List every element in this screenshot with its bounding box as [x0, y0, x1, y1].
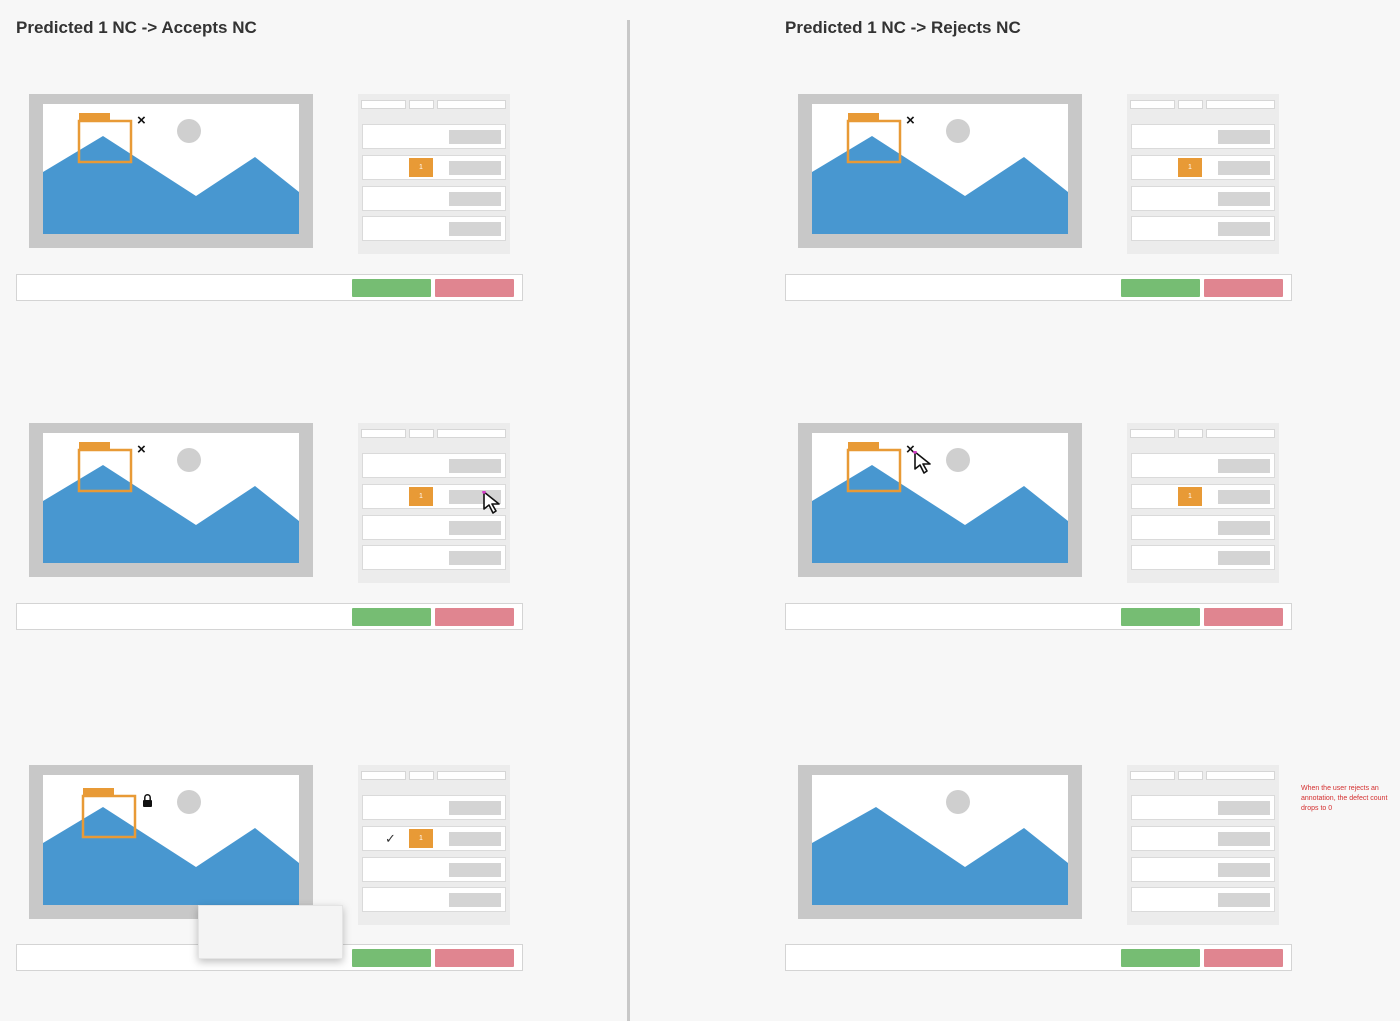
- close-icon[interactable]: ×: [137, 442, 146, 457]
- defect-list-panel: ✓ 1: [358, 765, 510, 925]
- reject-button[interactable]: [435, 949, 514, 967]
- list-item[interactable]: [362, 186, 506, 211]
- panel-header-cell: [1178, 429, 1203, 438]
- right-column-title: Predicted 1 NC -> Rejects NC: [785, 18, 1021, 37]
- mountain-shape: [43, 136, 299, 234]
- list-item[interactable]: [1131, 887, 1275, 912]
- image-preview: ×: [798, 423, 1082, 577]
- reject-button[interactable]: [435, 279, 514, 297]
- panel-header-cell: [1130, 100, 1175, 109]
- action-bar: [16, 274, 523, 301]
- accept-button[interactable]: [352, 608, 431, 626]
- list-item[interactable]: [1131, 795, 1275, 820]
- accept-button[interactable]: [1121, 608, 1200, 626]
- toast-notification: [198, 905, 343, 959]
- list-item[interactable]: [362, 515, 506, 540]
- list-item[interactable]: [1131, 453, 1275, 478]
- list-item[interactable]: [362, 545, 506, 570]
- sun-shape: [946, 119, 970, 143]
- mountain-shape: [812, 807, 1068, 905]
- image-preview: [798, 765, 1082, 919]
- defect-count-badge: 1: [409, 158, 433, 177]
- mountain-shape: [812, 465, 1068, 563]
- action-bar: [785, 274, 1292, 301]
- check-icon: ✓: [385, 831, 396, 846]
- reject-button[interactable]: [1204, 279, 1283, 297]
- mouse-cursor-icon: [482, 491, 500, 514]
- list-item[interactable]: [362, 216, 506, 241]
- defect-count-badge: 1: [409, 829, 433, 848]
- defect-list-panel: [1127, 765, 1279, 925]
- panel-header-cell: [361, 771, 406, 780]
- accept-button[interactable]: [352, 279, 431, 297]
- mountain-shape: [812, 136, 1068, 234]
- mountain-shape: [43, 807, 299, 905]
- list-item[interactable]: [362, 857, 506, 882]
- accept-button[interactable]: [352, 949, 431, 967]
- column-divider: [627, 20, 630, 1021]
- list-item[interactable]: [1131, 826, 1275, 851]
- reject-button[interactable]: [435, 608, 514, 626]
- list-item[interactable]: [1131, 515, 1275, 540]
- list-item[interactable]: [362, 124, 506, 149]
- sun-shape: [177, 119, 201, 143]
- accept-button[interactable]: [1121, 949, 1200, 967]
- sun-shape: [946, 790, 970, 814]
- lock-icon: [143, 794, 152, 807]
- list-item[interactable]: 1: [1131, 484, 1275, 509]
- sun-shape: [946, 448, 970, 472]
- image-preview: ×: [29, 94, 313, 248]
- reject-button[interactable]: [1204, 949, 1283, 967]
- left-column-title: Predicted 1 NC -> Accepts NC: [16, 18, 257, 37]
- defect-list-panel: 1: [1127, 423, 1279, 583]
- panel-header-cell: [1178, 100, 1203, 109]
- image-preview: [29, 765, 313, 919]
- close-icon[interactable]: ×: [137, 113, 146, 128]
- defect-count-badge: 1: [1178, 487, 1202, 506]
- list-item[interactable]: [362, 453, 506, 478]
- reject-button[interactable]: [1204, 608, 1283, 626]
- panel-header-cell: [409, 100, 434, 109]
- defect-list-panel: 1: [358, 94, 510, 254]
- panel-header-cell: [361, 100, 406, 109]
- panel-header-cell: [1206, 429, 1275, 438]
- panel-header-cell: [361, 429, 406, 438]
- list-item[interactable]: [1131, 124, 1275, 149]
- list-item[interactable]: [1131, 216, 1275, 241]
- panel-header-cell: [1130, 429, 1175, 438]
- defect-count-badge: 1: [1178, 158, 1202, 177]
- defect-count-badge: 1: [409, 487, 433, 506]
- list-item[interactable]: 1: [1131, 155, 1275, 180]
- panel-header-cell: [437, 100, 506, 109]
- list-item[interactable]: ✓ 1: [362, 826, 506, 851]
- action-bar: [16, 603, 523, 630]
- sun-shape: [177, 448, 201, 472]
- action-bar: [785, 603, 1292, 630]
- panel-header-cell: [437, 771, 506, 780]
- mountain-shape: [43, 465, 299, 563]
- sun-shape: [177, 790, 201, 814]
- panel-header-cell: [1206, 100, 1275, 109]
- accept-button[interactable]: [1121, 279, 1200, 297]
- panel-header-cell: [1130, 771, 1175, 780]
- list-item[interactable]: [1131, 186, 1275, 211]
- annotation-note: When the user rejects an annotation, the…: [1301, 785, 1388, 812]
- defect-list-panel: 1: [1127, 94, 1279, 254]
- panel-header-cell: [409, 771, 434, 780]
- close-icon[interactable]: ×: [906, 113, 915, 128]
- list-item[interactable]: [362, 887, 506, 912]
- list-item[interactable]: [1131, 545, 1275, 570]
- image-preview: ×: [29, 423, 313, 577]
- panel-header-cell: [437, 429, 506, 438]
- list-item[interactable]: [362, 795, 506, 820]
- action-bar: [785, 944, 1292, 971]
- panel-header-cell: [409, 429, 434, 438]
- image-preview: ×: [798, 94, 1082, 248]
- panel-header-cell: [1178, 771, 1203, 780]
- list-item[interactable]: 1: [362, 155, 506, 180]
- panel-header-cell: [1206, 771, 1275, 780]
- list-item[interactable]: [1131, 857, 1275, 882]
- mouse-cursor-icon: [913, 451, 931, 474]
